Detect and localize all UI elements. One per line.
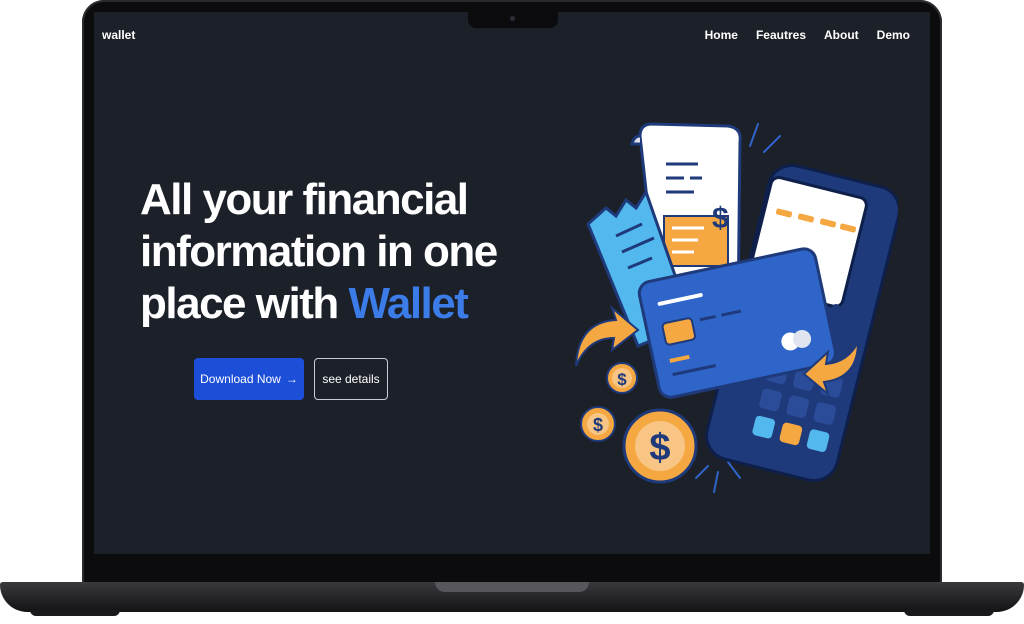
coin-small-left: $ [580, 406, 616, 442]
nav-links: Home Feautres About Demo [705, 28, 910, 42]
download-now-label: Download Now [200, 372, 281, 386]
nav-link-about[interactable]: About [824, 28, 859, 42]
hero-title-line-2: information in one [140, 227, 498, 276]
see-details-button[interactable]: see details [314, 358, 388, 400]
finance-illustration: $ $ $ $ [575, 122, 898, 493]
download-now-button[interactable]: Download Now → [194, 358, 304, 400]
coin-large: $ [622, 408, 698, 484]
laptop-base-notch [435, 582, 589, 592]
coin-small-top: $ [606, 362, 638, 394]
hero-title-line-3: place with [140, 279, 339, 328]
camera-notch [468, 12, 558, 28]
receipt-dollar: $ [712, 202, 729, 235]
arrow-right-icon: → [285, 372, 298, 386]
nav-link-home[interactable]: Home [705, 28, 738, 42]
hero-buttons: Download Now → see details [194, 358, 388, 400]
camera-icon [510, 16, 515, 21]
hero-title-line-1: All your financial [140, 175, 469, 224]
hero-title-highlight: Wallet [348, 279, 468, 328]
coin-dollar-3: $ [649, 427, 670, 469]
laptop-foot-left [30, 610, 120, 616]
nav-link-demo[interactable]: Demo [877, 28, 910, 42]
laptop-mockup: wallet Home Feautres About Demo All your… [0, 0, 1024, 624]
laptop-base [0, 582, 1024, 612]
hero-title: All your financial information in one pl… [140, 174, 520, 330]
coin-dollar-2: $ [593, 415, 603, 435]
laptop-foot-right [904, 610, 994, 616]
coin-dollar-1: $ [617, 370, 627, 389]
browser-viewport: wallet Home Feautres About Demo All your… [94, 12, 930, 554]
brand-logo[interactable]: wallet [102, 28, 135, 42]
nav-link-features[interactable]: Feautres [756, 28, 806, 42]
